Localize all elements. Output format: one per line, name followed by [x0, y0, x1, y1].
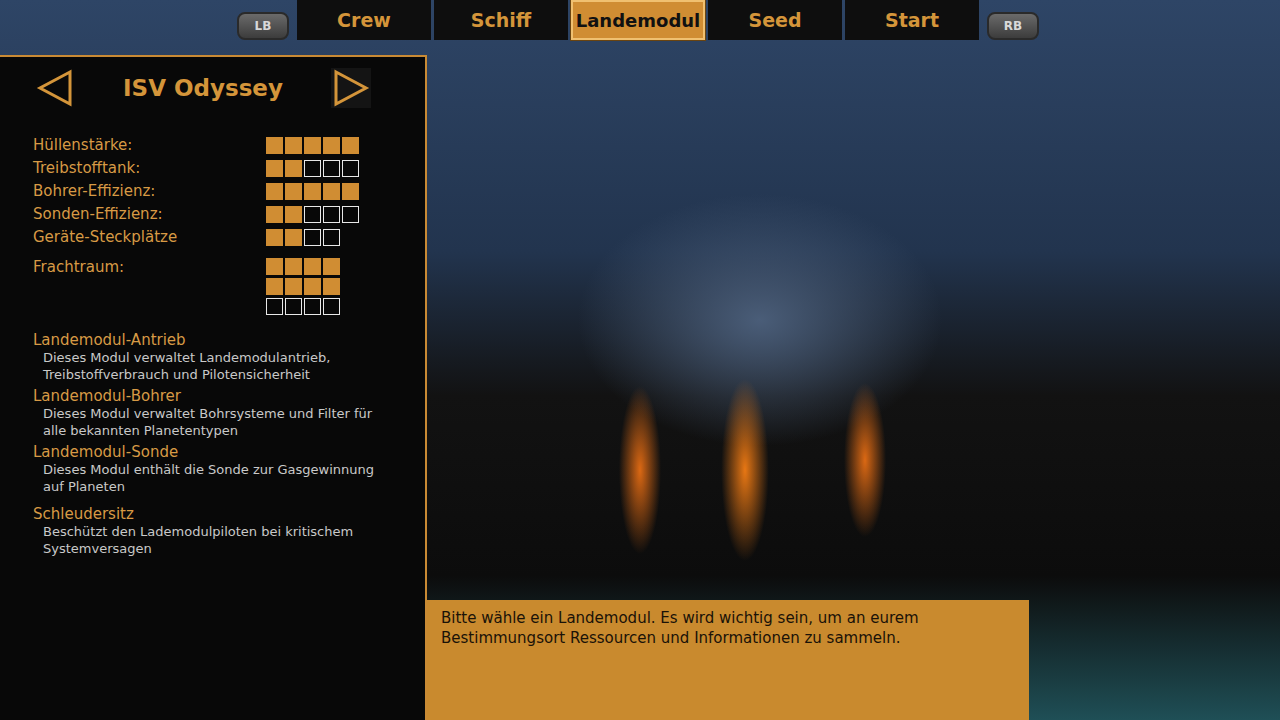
level-box: [304, 206, 321, 223]
level-box: [304, 278, 321, 295]
level-box: [304, 137, 321, 154]
previous-arrow-icon[interactable]: [35, 68, 75, 108]
level-box: [323, 137, 340, 154]
level-box: [323, 298, 340, 315]
level-box: [266, 206, 283, 223]
stat-label: Geräte-Steckplätze: [33, 228, 266, 246]
ship-selector: ISV Odyssey: [35, 65, 371, 111]
module-description: Dieses Modul enthält die Sonde zur Gasge…: [33, 461, 378, 495]
tab[interactable]: Schiff: [434, 0, 568, 40]
tab-bar: CrewSchiffLandemodulSeedStart: [297, 0, 979, 40]
level-box: [323, 229, 340, 246]
cargo-label: Frachtraum:: [33, 258, 266, 276]
level-box: [285, 229, 302, 246]
level-box: [342, 137, 359, 154]
level-box: [285, 206, 302, 223]
module-title: Landemodul-Bohrer: [33, 387, 378, 405]
cargo-grid: [266, 258, 340, 315]
level-box: [285, 160, 302, 177]
tab[interactable]: Seed: [708, 0, 842, 40]
level-box: [342, 206, 359, 223]
module-item: SchleudersitzBeschützt den Lademodulpilo…: [33, 505, 378, 557]
cargo-row: Frachtraum:: [33, 258, 425, 315]
level-box: [285, 278, 302, 295]
module-list: Landemodul-AntriebDieses Modul verwaltet…: [33, 331, 378, 557]
level-box: [304, 160, 321, 177]
level-box: [285, 183, 302, 200]
ship-name: ISV Odyssey: [123, 75, 283, 101]
info-box: Bitte wähle ein Landemodul. Es wird wich…: [427, 600, 1029, 720]
level-box: [323, 206, 340, 223]
stat-row: Geräte-Steckplätze: [33, 228, 425, 246]
stat-row: Hüllenstärke:: [33, 136, 425, 154]
stat-label: Sonden-Effizienz:: [33, 205, 266, 223]
level-box: [304, 258, 321, 275]
tab[interactable]: Crew: [297, 0, 431, 40]
stat-label: Treibstofftank:: [33, 159, 266, 177]
module-title: Landemodul-Antrieb: [33, 331, 378, 349]
lander-preview: Bitte wähle ein Landemodul. Es wird wich…: [427, 55, 1280, 720]
level-box: [342, 160, 359, 177]
level-box: [266, 160, 283, 177]
level-box: [266, 183, 283, 200]
level-box: [304, 183, 321, 200]
level-box: [342, 183, 359, 200]
module-description: Beschützt den Lademodulpiloten bei kriti…: [33, 523, 378, 557]
level-box: [323, 278, 340, 295]
module-item: Landemodul-SondeDieses Modul enthält die…: [33, 443, 378, 495]
stats-list: Hüllenstärke: Treibstofftank: Bohrer-Effiz…: [33, 136, 425, 246]
module-title: Schleudersitz: [33, 505, 378, 523]
tab[interactable]: Start: [845, 0, 979, 40]
level-box: [323, 183, 340, 200]
level-box: [323, 258, 340, 275]
level-box: [285, 298, 302, 315]
top-bar: LB CrewSchiffLandemodulSeedStart RB: [0, 0, 1280, 55]
stat-row: Sonden-Effizienz:: [33, 205, 425, 223]
module-description: Dieses Modul verwaltet Landemodulantrieb…: [33, 349, 378, 383]
module-item: Landemodul-BohrerDieses Modul verwaltet …: [33, 387, 378, 439]
module-title: Landemodul-Sonde: [33, 443, 378, 461]
stat-level: [266, 160, 359, 177]
level-box: [304, 229, 321, 246]
level-box: [285, 258, 302, 275]
level-box: [266, 258, 283, 275]
module-description: Dieses Modul verwaltet Bohrsysteme und F…: [33, 405, 378, 439]
module-item: Landemodul-AntriebDieses Modul verwaltet…: [33, 331, 378, 383]
module-panel: ISV Odyssey Hüllenstärke: Treibstofftank: B…: [0, 55, 427, 720]
level-box: [266, 278, 283, 295]
rb-button[interactable]: RB: [987, 12, 1039, 40]
main-area: ISV Odyssey Hüllenstärke: Treibstofftank: B…: [0, 55, 1280, 720]
level-box: [266, 229, 283, 246]
level-box: [266, 298, 283, 315]
stat-level: [266, 137, 359, 154]
level-box: [266, 137, 283, 154]
level-box: [285, 137, 302, 154]
stat-level: [266, 229, 340, 246]
stat-label: Hüllenstärke:: [33, 136, 266, 154]
stat-level: [266, 206, 359, 223]
level-box: [323, 160, 340, 177]
stat-level: [266, 183, 359, 200]
level-box: [304, 298, 321, 315]
stat-row: Treibstofftank:: [33, 159, 425, 177]
stat-label: Bohrer-Effizienz:: [33, 182, 266, 200]
lb-button[interactable]: LB: [237, 12, 289, 40]
next-arrow-icon[interactable]: [331, 68, 371, 108]
tab[interactable]: Landemodul: [571, 0, 705, 40]
stat-row: Bohrer-Effizienz:: [33, 182, 425, 200]
